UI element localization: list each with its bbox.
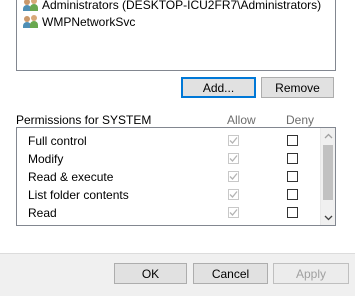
deny-checkbox[interactable]: [287, 207, 298, 218]
permission-name: Full control: [28, 134, 87, 148]
list-item[interactable]: WMPNetworkSvc: [23, 14, 135, 30]
permission-row: Modify: [17, 150, 319, 168]
security-panel: Administrators (DESKTOP-ICU2FR7\Administ…: [0, 0, 355, 253]
cancel-button[interactable]: Cancel: [193, 263, 268, 284]
permission-name: Read: [28, 206, 57, 220]
permission-name: List folder contents: [28, 188, 129, 202]
allow-checkbox: [228, 135, 239, 146]
permission-row: Read & execute: [17, 168, 319, 186]
deny-checkbox[interactable]: [287, 225, 298, 226]
allow-checkbox: [228, 207, 239, 218]
allow-checkbox: [228, 225, 239, 226]
permission-name: Read & execute: [28, 170, 114, 184]
deny-checkbox[interactable]: [287, 153, 298, 164]
add-button[interactable]: Add...: [181, 77, 256, 98]
deny-column-header: Deny: [286, 113, 315, 127]
group-label: Administrators (DESKTOP-ICU2FR7\Administ…: [42, 0, 322, 12]
allow-checkbox: [228, 189, 239, 200]
deny-checkbox[interactable]: [287, 171, 298, 182]
ok-button[interactable]: OK: [114, 263, 187, 284]
allow-checkbox: [228, 171, 239, 182]
permission-row: List folder contents: [17, 186, 319, 204]
permission-row: Read: [17, 204, 319, 222]
deny-checkbox[interactable]: [287, 189, 298, 200]
group-label: WMPNetworkSvc: [42, 15, 136, 29]
apply-button[interactable]: Apply: [273, 263, 349, 284]
permissions-title: Permissions for SYSTEM: [16, 113, 152, 127]
scroll-down-icon[interactable]: [321, 210, 335, 225]
scroll-up-icon[interactable]: [321, 128, 335, 143]
permission-row: Full control: [17, 132, 319, 150]
permission-name: Modify: [28, 152, 64, 166]
allow-column-header: Allow: [227, 113, 256, 127]
users-icon: [23, 15, 39, 29]
permissions-list: Full control Modify Read & execute List …: [16, 127, 336, 226]
group-user-list[interactable]: Administrators (DESKTOP-ICU2FR7\Administ…: [16, 0, 336, 71]
allow-checkbox: [228, 153, 239, 164]
scroll-thumb[interactable]: [323, 145, 333, 200]
permission-row: [17, 222, 319, 226]
permissions-scrollbar[interactable]: [320, 128, 335, 225]
remove-button[interactable]: Remove: [261, 77, 334, 98]
list-item[interactable]: Administrators (DESKTOP-ICU2FR7\Administ…: [23, 0, 321, 13]
deny-checkbox[interactable]: [287, 135, 298, 146]
users-icon: [23, 0, 39, 12]
